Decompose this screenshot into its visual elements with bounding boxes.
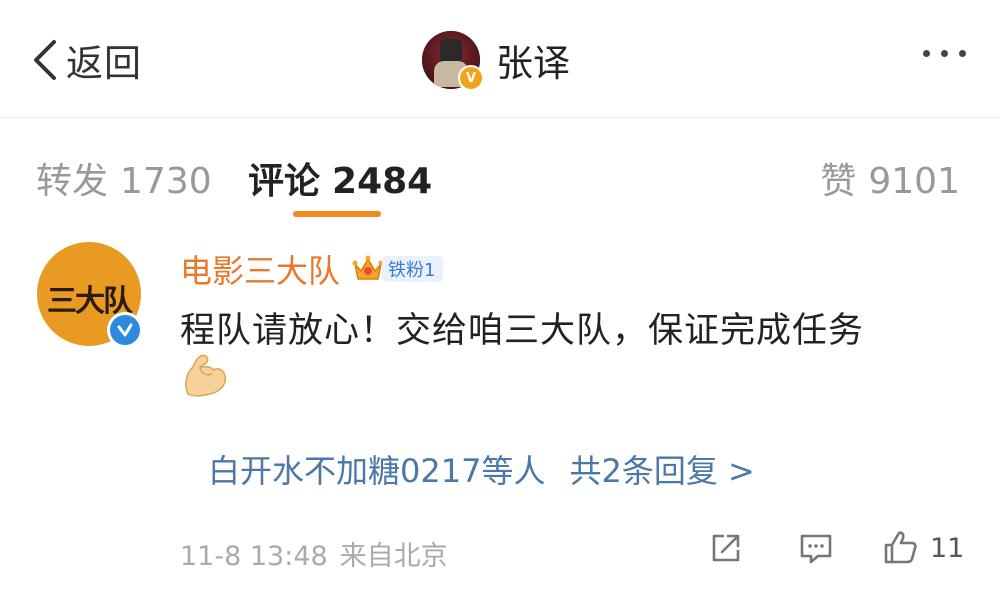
avatar[interactable]: 三大队 xyxy=(37,242,143,348)
verified-icon xyxy=(107,312,143,348)
tab-count: 1730 xyxy=(120,161,212,202)
author-header[interactable]: V 张译 xyxy=(422,30,570,91)
fan-badge: 铁粉1 xyxy=(382,256,444,282)
tab-count: 2484 xyxy=(332,161,433,202)
more-dots-icon xyxy=(923,50,930,57)
tab-label: 转发 xyxy=(36,161,109,202)
reply-button[interactable] xyxy=(796,528,836,568)
comment-author-row: 电影三大队 铁粉1 xyxy=(180,246,444,292)
tab-label: 赞 xyxy=(820,161,857,202)
tab-repost[interactable]: 转发 1730 xyxy=(36,152,212,204)
author-name[interactable]: 张译 xyxy=(496,33,570,87)
tab-comment[interactable]: 评论 2484 xyxy=(248,152,432,204)
share-icon xyxy=(712,534,740,562)
flexed-biceps-icon xyxy=(185,354,227,397)
comment-item: 三大队 电影三大队 铁粉1 程队请放心！交给咱三大队，保证完成任务 白开水不加糖… xyxy=(0,232,1000,590)
comment-icon xyxy=(800,534,832,564)
like-button[interactable]: 11 xyxy=(880,528,964,568)
top-bar: 返回 V 张译 xyxy=(0,0,1000,118)
crown-icon xyxy=(352,255,384,280)
replies-link[interactable]: 白开水不加糖0217等人 共2条回复 > xyxy=(208,446,755,492)
verified-icon: V xyxy=(458,65,484,91)
timestamp: 11-8 13:48 xyxy=(180,541,328,572)
comment-text: 程队请放心！交给咱三大队，保证完成任务 xyxy=(180,311,865,351)
chevron-left-icon xyxy=(34,40,56,80)
comment-author[interactable]: 电影三大队 xyxy=(180,246,340,292)
thumbs-up-icon xyxy=(884,531,917,564)
avatar[interactable]: V xyxy=(422,31,484,91)
replies-names: 白开水不加糖0217等人 xyxy=(208,452,546,490)
back-button[interactable]: 返回 xyxy=(28,34,142,86)
replies-count: 共2条回复 > xyxy=(569,452,755,490)
comment-meta: 11-8 13:48 来自北京 xyxy=(180,534,448,573)
like-count: 11 xyxy=(930,532,965,564)
tab-count: 9101 xyxy=(868,161,960,202)
interaction-tabs: 转发 1730 评论 2484 赞 9101 xyxy=(0,140,1000,220)
tab-like[interactable]: 赞 9101 xyxy=(820,152,960,204)
active-tab-indicator xyxy=(293,211,381,217)
share-button[interactable] xyxy=(706,528,746,568)
back-label: 返回 xyxy=(66,42,142,85)
tab-label: 评论 xyxy=(248,161,321,202)
source-location: 来自北京 xyxy=(339,541,448,572)
divider xyxy=(0,117,1000,118)
more-button[interactable] xyxy=(923,50,966,57)
